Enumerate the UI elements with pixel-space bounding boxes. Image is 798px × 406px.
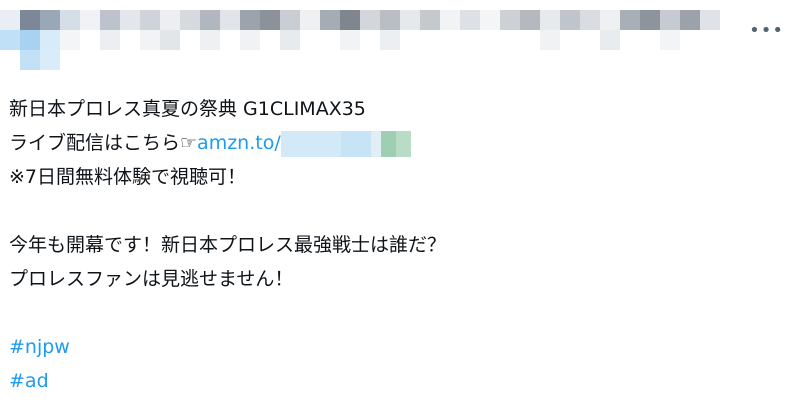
hashtag-njpw[interactable]: #njpw <box>9 330 769 364</box>
tweet-text: 新日本プロレス真夏の祭典 G1CLIMAX35 ライブ配信はこちら☞amzn.t… <box>9 92 769 398</box>
blurred-author-info <box>0 10 760 70</box>
tweet-line-2-text: ライブ配信はこちら☞ <box>9 132 198 154</box>
more-horizontal-icon[interactable]: ••• <box>749 20 784 41</box>
hashtag-ad[interactable]: #ad <box>9 364 769 398</box>
redacted-link-part <box>280 130 411 157</box>
tweet-header: ••• <box>0 0 798 70</box>
tweet-line-3: ※7日間無料体験で視聴可！ <box>9 166 247 188</box>
tweet-line-2: ライブ配信はこちら☞amzn.to/ <box>9 126 769 160</box>
amazon-link[interactable]: amzn.to/ <box>197 132 281 154</box>
tweet-line-5: プロレスファンは見逃せません！ <box>9 268 294 290</box>
tweet-line-1: 新日本プロレス真夏の祭典 G1CLIMAX35 <box>9 98 366 120</box>
tweet-line-4: 今年も開幕です！新日本プロレス最強戦士は誰だ？ <box>9 234 447 256</box>
